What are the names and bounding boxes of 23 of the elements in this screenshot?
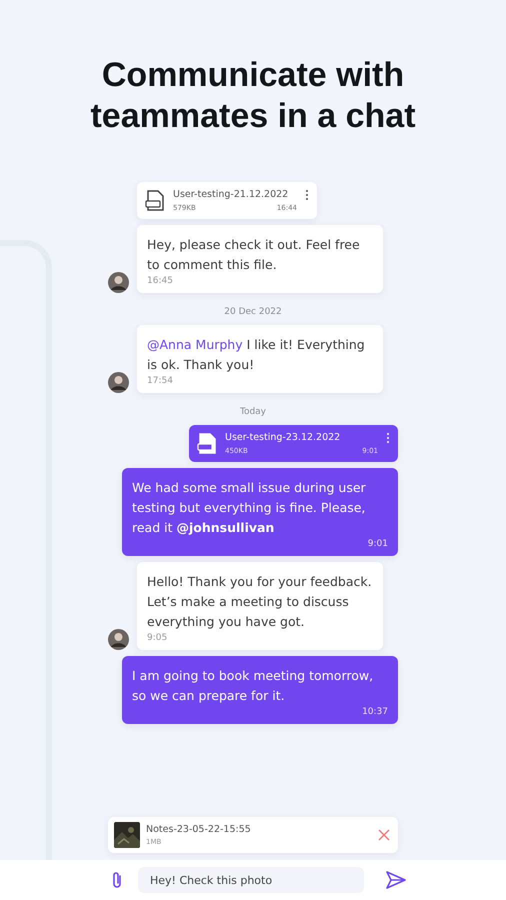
message-time: 16:45 bbox=[147, 275, 174, 287]
date-separator: 20 Dec 2022 bbox=[224, 306, 282, 319]
send-button[interactable] bbox=[386, 871, 406, 889]
message-time: 9:01 bbox=[366, 538, 388, 550]
message-text: We had some small issue during user testing but everything is fine. Please, read it @johnsullivan bbox=[132, 479, 367, 537]
message-text: Hello! Thank you for your feedback. Let’s make a meeting to discuss everything you have got. bbox=[147, 573, 373, 631]
message-text: @Anna Murphy I like it! Everything is ok. Thank you! bbox=[147, 336, 366, 374]
more-icon[interactable] bbox=[305, 189, 309, 201]
message-time: 10:37 bbox=[361, 706, 388, 718]
document-icon bbox=[197, 432, 217, 454]
message-text: Hey, please check it out. Feel free to comment this file. bbox=[147, 236, 361, 274]
more-icon[interactable] bbox=[386, 432, 390, 444]
file-name: User-testing-21.12.2022 bbox=[173, 189, 290, 200]
message-input[interactable]: Hey! Check this photo bbox=[138, 867, 364, 893]
date-separator: Today bbox=[240, 406, 266, 419]
message-text: I am going to book meeting tomorrow, so we can prepare for it. bbox=[132, 667, 374, 705]
close-icon[interactable] bbox=[378, 829, 390, 841]
message-time: 17:54 bbox=[147, 375, 174, 387]
attachment-name: Notes-23-05-22-15:55 bbox=[146, 824, 252, 835]
headline: Communicate with teammates in a chat bbox=[89, 55, 417, 130]
file-name: User-testing-23.12.2022 bbox=[225, 432, 342, 443]
document-icon bbox=[145, 190, 165, 212]
message-time: 9:05 bbox=[147, 632, 168, 644]
